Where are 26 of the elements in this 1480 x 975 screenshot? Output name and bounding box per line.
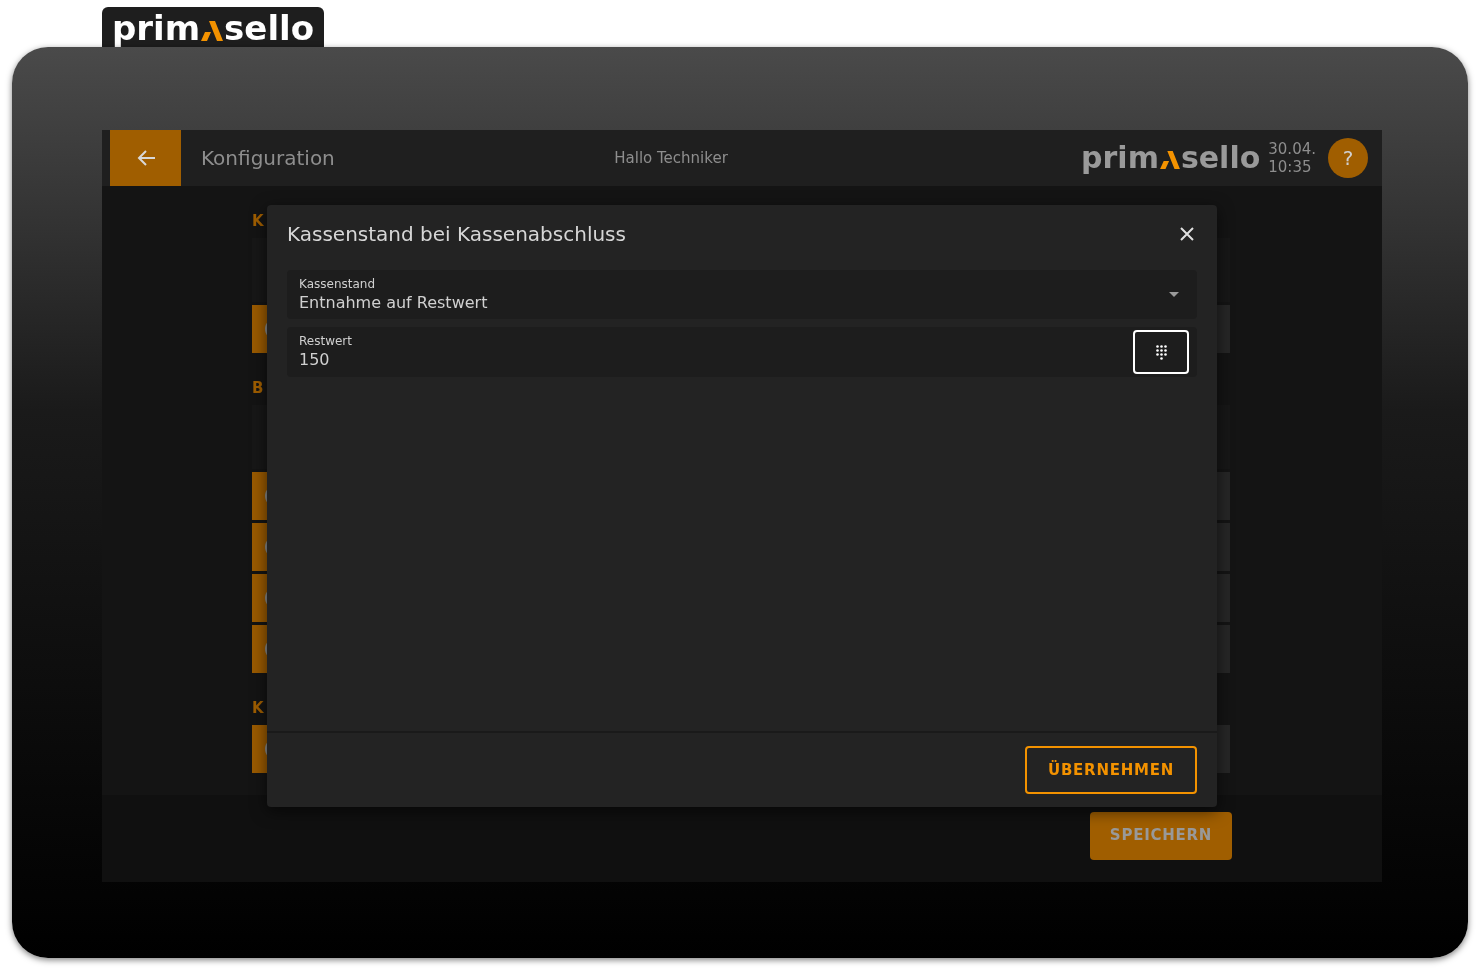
field-value: Entnahme auf Restwert <box>299 291 489 314</box>
dropdown-caret-icon <box>1169 292 1179 297</box>
logo-mark-icon <box>201 21 224 41</box>
greeting-text: Hallo Techniker <box>613 147 729 169</box>
select-field[interactable]: Kassenstand Entnahme auf Restwert <box>287 270 1197 319</box>
logo-text: prim <box>111 11 201 45</box>
back-arrow-icon <box>135 149 156 167</box>
close-icon <box>1180 227 1194 241</box>
logo-text: sello <box>1180 143 1261 173</box>
logo-text: sello <box>224 11 315 45</box>
input-field[interactable]: Restwert 150 <box>287 327 1197 377</box>
dialog-title: Kassenstand bei Kassenabschluss <box>287 221 626 248</box>
apply-button[interactable]: ÜBERNEHMEN <box>1025 746 1197 794</box>
section-label: B <box>252 379 265 397</box>
logo-text: prim <box>1081 143 1159 173</box>
date-text: 30.04. <box>1268 140 1316 158</box>
section-label: K <box>252 212 265 230</box>
logo-mark-icon <box>1159 151 1180 169</box>
page-title: Konfiguration <box>201 145 336 172</box>
section-label: K <box>252 699 265 717</box>
time-text: 10:35 <box>1268 158 1313 176</box>
field-value: 150 <box>299 349 331 371</box>
field-label: Restwert <box>299 333 353 349</box>
field-label: Kassenstand <box>299 275 377 292</box>
keypad-icon <box>1155 344 1167 360</box>
keypad-button[interactable] <box>1133 330 1189 374</box>
